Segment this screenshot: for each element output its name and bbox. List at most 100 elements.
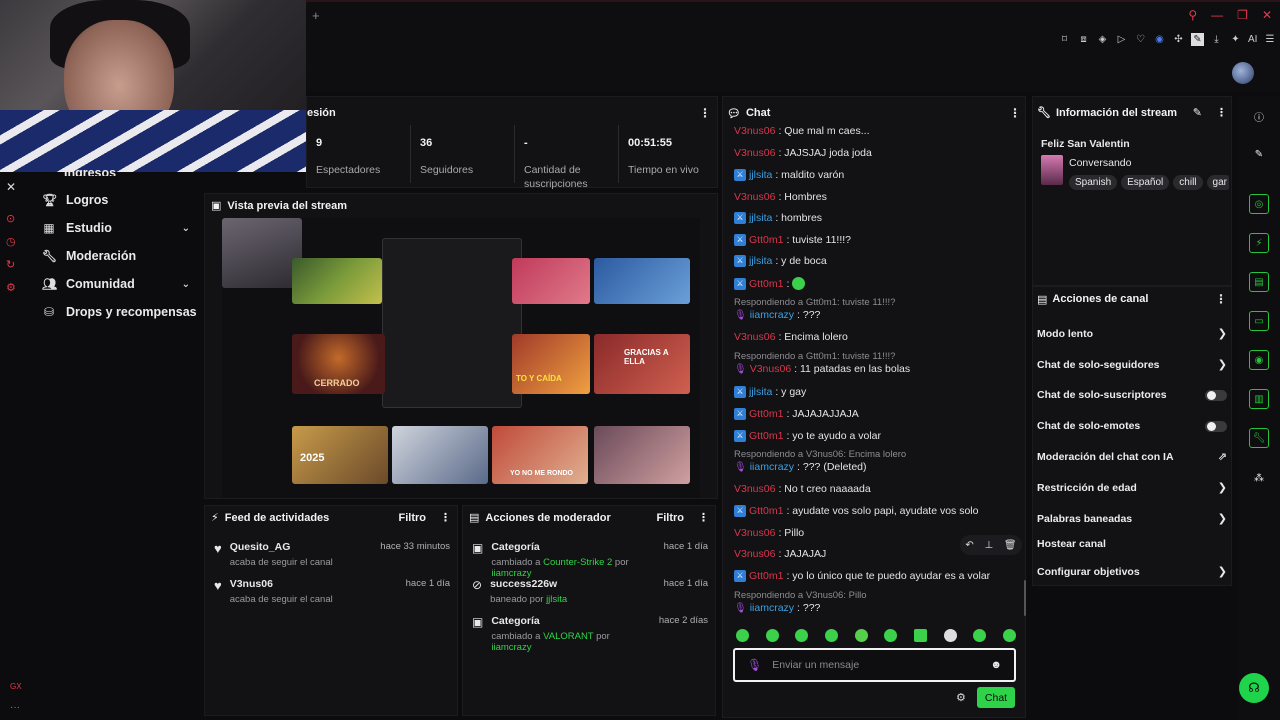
maximize-button[interactable]: ❐ xyxy=(1237,8,1248,22)
search-icon[interactable]: ⚲ xyxy=(1188,8,1197,22)
chat-nick[interactable]: Gtt0m1 xyxy=(749,430,783,442)
extension-icon[interactable]: ✎ xyxy=(1191,32,1204,46)
chat-nick[interactable]: V3nus06 xyxy=(734,191,775,203)
emote-button[interactable] xyxy=(884,629,898,642)
chat-settings-icon[interactable]: ⚙ xyxy=(956,691,966,704)
toggle-switch[interactable] xyxy=(1205,420,1227,432)
crop-icon[interactable]: ⧈ xyxy=(1077,33,1090,46)
download-icon[interactable]: ⤓ xyxy=(1210,33,1223,46)
chat-message[interactable]: ⚔ Gtt0m1: ayudate vos solo papi, ayudate … xyxy=(734,505,978,517)
chat-nick[interactable]: V3nus06 xyxy=(734,147,775,159)
chat-message[interactable]: ⚔ Gtt0m1: tuviste 11!!!? xyxy=(734,234,851,246)
chat-nick[interactable]: Gtt0m1 xyxy=(749,570,783,582)
chat-message[interactable]: V3nus06: No t creo naaaada xyxy=(734,483,871,495)
action-solo-seguidores[interactable]: Chat de solo-seguidores ❯ xyxy=(1037,358,1227,372)
chat-nick[interactable]: jjlsita xyxy=(749,169,772,181)
broadcast-icon[interactable]: ◉ xyxy=(1153,33,1166,46)
lightning-icon[interactable]: ⚡︎ xyxy=(1249,233,1269,253)
chat-message[interactable]: V3nus06: Encima lolero xyxy=(734,331,848,343)
kebab-menu-icon[interactable]: ⋮ xyxy=(1215,292,1227,306)
tag[interactable]: Español xyxy=(1121,175,1170,190)
ai-label[interactable]: AI xyxy=(1248,33,1257,46)
tag[interactable]: chill xyxy=(1173,175,1203,190)
chat-input[interactable]: 🎙︎ Enviar un mensaje ☻ xyxy=(733,648,1016,682)
chat-message[interactable]: V3nus06: JAJSJAJ joda joda xyxy=(734,147,872,159)
chat-scrollbar[interactable] xyxy=(1024,580,1026,616)
puzzle-icon[interactable]: ✣ xyxy=(1172,33,1185,46)
chat-nick[interactable]: iiamcrazy xyxy=(750,602,794,614)
mod-target[interactable]: Counter-Strike 2 xyxy=(543,557,612,568)
chat-nick[interactable]: V3nus06 xyxy=(750,363,791,375)
sidebar-item-estudio[interactable]: ▦ Estudio ⌄ xyxy=(42,221,190,235)
chat-nick[interactable]: V3nus06 xyxy=(734,125,775,137)
sparkle-icon[interactable]: ✦ xyxy=(1229,33,1242,46)
menu-icon[interactable]: ☰ xyxy=(1263,33,1276,46)
chat-nick[interactable]: Gtt0m1 xyxy=(749,408,783,420)
refresh-icon[interactable]: ↻ xyxy=(6,258,16,271)
toggle-switch[interactable] xyxy=(1205,389,1227,401)
mod-item-title[interactable]: success226w xyxy=(490,578,567,590)
chat-send-button[interactable]: Chat xyxy=(977,687,1015,708)
chat-message[interactable]: ⚔ Gtt0m1: JAJAJAJJAJA xyxy=(734,408,859,420)
action-modo-lento[interactable]: Modo lento ❯ xyxy=(1037,327,1227,341)
action-restriccion-edad[interactable]: Restricción de edad ❯ xyxy=(1037,481,1227,495)
emote-button[interactable] xyxy=(824,629,838,642)
chat-nick[interactable]: jjlsita xyxy=(749,255,772,267)
info-icon[interactable]: ⓘ xyxy=(1249,106,1269,126)
chat-message[interactable]: V3nus06: JAJAJAJ xyxy=(734,548,826,560)
close-button[interactable]: ✕ xyxy=(1262,8,1272,22)
chat-message[interactable]: V3nus06: Hombres xyxy=(734,191,827,203)
feed-user[interactable]: V3nus06 xyxy=(230,578,333,590)
action-moderacion-ia[interactable]: Moderación del chat con IA ⇗ xyxy=(1037,450,1227,464)
chat-nick[interactable]: jjlsita xyxy=(749,212,772,224)
tag[interactable]: gar xyxy=(1206,175,1229,190)
chat-message[interactable]: 🎙︎ iiamcrazy: ??? xyxy=(734,309,820,321)
pencil-icon[interactable]: ✎ xyxy=(1249,144,1269,164)
sidebar-item-comunidad[interactable]: 👥︎ Comunidad ⌄ xyxy=(42,277,190,291)
tag[interactable]: Spanish xyxy=(1069,175,1118,190)
chat-message[interactable]: ⚔ jjlsita: y gay xyxy=(734,386,806,398)
chat-nick[interactable]: iiamcrazy xyxy=(750,309,794,321)
action-hostear-canal[interactable]: Hostear canal xyxy=(1037,538,1227,550)
bookmark-icon[interactable]: ⌑ xyxy=(1058,33,1071,46)
reply-context[interactable]: Respondiendo a V3nus06: Encima lolero xyxy=(734,449,906,460)
document-icon[interactable]: ▤ xyxy=(1249,272,1269,292)
action-palabras-baneadas[interactable]: Palabras baneadas ❯ xyxy=(1037,512,1227,526)
chat-nick[interactable]: V3nus06 xyxy=(734,548,775,560)
chat-nick[interactable]: iiamcrazy xyxy=(750,461,794,473)
chat-message[interactable]: ⚔ jjlsita: hombres xyxy=(734,212,822,224)
shield-icon[interactable]: ◈ xyxy=(1096,33,1109,46)
emote-button[interactable] xyxy=(795,629,809,642)
chat-message[interactable]: ⚔ Gtt0m1: xyxy=(734,277,806,290)
chat-message[interactable]: V3nus06: Pillo xyxy=(734,527,804,539)
mod-user[interactable]: jjlsita xyxy=(546,594,567,605)
chat-nick[interactable]: V3nus06 xyxy=(734,527,775,539)
reply-context[interactable]: Respondiendo a Gtt0m1: tuviste 11!!!? xyxy=(734,351,895,362)
microphone-icon[interactable]: 🎙︎ xyxy=(747,658,762,672)
new-tab-button[interactable]: + xyxy=(312,8,320,23)
sidebar-item-ingresos[interactable]: Ingresos xyxy=(64,166,116,176)
mod-user[interactable]: iiamcrazy xyxy=(491,642,531,653)
chat-message[interactable]: ⚔ jjlsita: maldito varón xyxy=(734,169,844,181)
feed-user[interactable]: Quesito_AG xyxy=(230,541,333,553)
stream-preview-video[interactable]: CERRADO TO Y CAÍDA GRACIAS A ELLA 2025 Y… xyxy=(222,218,700,498)
chat-nick[interactable]: Gtt0m1 xyxy=(749,505,783,517)
circle-icon[interactable]: ⊙ xyxy=(6,212,16,225)
edit-icon[interactable]: ✎ xyxy=(1193,106,1202,119)
avatar[interactable] xyxy=(1232,62,1254,84)
emote-button[interactable] xyxy=(973,629,987,642)
filter-button[interactable]: Filtro xyxy=(399,512,427,524)
dots-cluster-icon[interactable]: ⁂ xyxy=(1249,468,1269,488)
x-logo-icon[interactable]: ✕ xyxy=(6,180,16,194)
chat-message[interactable]: ⚔ jjlsita: y de boca xyxy=(734,255,827,267)
sidebar-item-drops[interactable]: ⛁ Drops y recompensas xyxy=(42,305,202,319)
trash-icon[interactable]: 🗑︎ xyxy=(1004,540,1017,551)
emote-button[interactable] xyxy=(765,629,779,642)
reply-context[interactable]: Respondiendo a V3nus06: Pillo xyxy=(734,590,867,601)
kebab-menu-icon[interactable]: ⋮ xyxy=(699,106,711,120)
chat-nick[interactable]: jjlsita xyxy=(749,386,772,398)
minimize-button[interactable]: — xyxy=(1211,8,1223,22)
chat-message[interactable]: ⚔ Gtt0m1: yo te ayudo a volar xyxy=(734,430,881,442)
chat-message[interactable]: 🎙︎ iiamcrazy: ??? xyxy=(734,602,820,614)
kebab-menu-icon[interactable]: ⋮ xyxy=(440,511,451,524)
